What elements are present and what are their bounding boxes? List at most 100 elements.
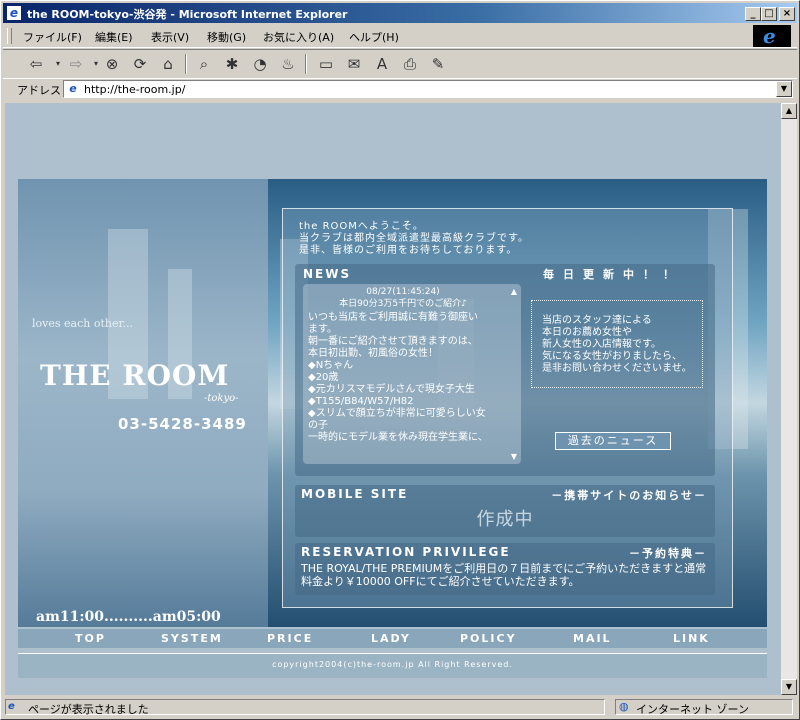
history-icon[interactable]: ◔ (249, 54, 271, 74)
welcome-line: 当クラブは都内全域派遣型最高級クラブです。 (299, 233, 529, 244)
news-line: 朝一番にご紹介させて頂きますのは、 (308, 336, 478, 347)
nav-top[interactable]: TOP (75, 632, 106, 645)
staff-line: 気になる女性がおりましたら、 (542, 351, 682, 362)
reservation-title: RESERVATION PRIVILEGE (301, 545, 511, 559)
phone-number: 03-5428-3489 (118, 415, 247, 433)
address-input[interactable]: e http://the-room.jp/ ▼ (63, 80, 793, 98)
status-bar: e ページが表示されました ◍ インターネット ゾーン (3, 697, 797, 717)
staff-line: 是非お問い合わせくださいませ。 (542, 363, 692, 374)
minimize-button[interactable]: _ (745, 7, 761, 21)
stop-icon[interactable]: ⊗ (101, 54, 123, 74)
nav-link[interactable]: LINK (673, 632, 710, 645)
ie-throbber-logo: e (753, 25, 791, 47)
reservation-section: RESERVATION PRIVILEGE －予約特典－ THE ROYAL/T… (295, 543, 715, 595)
welcome-text: the ROOMへようこそ。 当クラブは都内全域派遣型最高級クラブです。 是非、… (299, 221, 529, 257)
refresh-icon[interactable]: ⟳ (129, 54, 151, 74)
news-line: ◆20歳 (308, 372, 339, 383)
globe-icon: ◍ (619, 700, 629, 713)
fullscreen-icon[interactable]: ▭ (315, 54, 337, 74)
staff-info-box: 当店のスタッフ達による 本日のお薦め女性や 新人女性の入店情報です。 気になる女… (531, 300, 703, 388)
toolbar: ⇦ ▾ ⇨ ▾ ⊗ ⟳ ⌂ ⌕ ✱ ◔ ♨ ▭ ✉ A ⎙ ✎ (3, 49, 797, 79)
staff-line: 本日のお薦め女性や (542, 327, 632, 338)
forward-icon[interactable]: ⇨ (65, 54, 87, 74)
welcome-line: the ROOMへようこそ。 (299, 221, 424, 232)
scroll-down-arrow-icon[interactable]: ▼ (781, 679, 797, 695)
scroll-up-arrow-icon[interactable]: ▲ (781, 103, 797, 119)
menu-grip (7, 28, 12, 44)
home-icon[interactable]: ⌂ (157, 54, 179, 74)
status-text: ページが表示されました (28, 703, 149, 716)
address-url[interactable]: http://the-room.jp/ (84, 83, 185, 96)
ie-app-icon: e (6, 5, 22, 21)
business-hours: am11:00..........am05:00 (36, 609, 221, 625)
reservation-text: THE ROYAL/THE PREMIUMをご利用日の７日前までにご予約いただき… (301, 562, 707, 588)
toolbar-separator (305, 54, 307, 74)
title-bar: e the ROOM-tokyo-渋谷発 - Microsoft Interne… (3, 3, 797, 23)
window-title: the ROOM-tokyo-渋谷発 - Microsoft Internet … (27, 8, 348, 21)
zone-text: インターネット ゾーン (636, 703, 749, 716)
news-line: ◆元カリスマモデルさんで現女子大生 (308, 384, 475, 395)
news-line: の子 (308, 420, 328, 431)
print-icon[interactable]: ⎙ (399, 54, 421, 74)
font-size-icon[interactable]: A (371, 54, 393, 74)
site-container: loves each other... THE ROOM -tokyo- 03-… (18, 179, 767, 678)
news-line: 本日初出勤、初風俗の女性！ (308, 348, 438, 359)
news-line: いつも当店をご利用誠に有難う御座い (308, 312, 478, 323)
news-line: ◆T155/B84/W57/H82 (308, 396, 414, 407)
scroll-down-icon[interactable]: ▼ (509, 452, 519, 461)
menu-edit[interactable]: 編集(E) (95, 29, 133, 45)
nav-price[interactable]: PRICE (267, 632, 313, 645)
tagline: loves each other... (32, 317, 133, 330)
maximize-button[interactable]: □ (761, 7, 777, 21)
news-date: 08/27(11:45:24) (366, 287, 440, 297)
close-button[interactable]: × (779, 7, 795, 21)
scroll-up-icon[interactable]: ▲ (509, 287, 519, 296)
logo-subtitle: -tokyo- (204, 393, 239, 404)
news-body: いつも当店をご利用誠に有難う御座い ます。 朝一番にご紹介させて頂きますのは、 … (308, 312, 504, 444)
nav-lady[interactable]: LADY (371, 632, 411, 645)
welcome-line: 是非、皆様のご利用をお待ちしております。 (299, 245, 518, 256)
mail-icon[interactable]: ✉ (343, 54, 365, 74)
menu-help[interactable]: ヘルプ(H) (349, 29, 399, 45)
nav-policy[interactable]: POLICY (460, 632, 517, 645)
status-main: e ページが表示されました (5, 699, 605, 716)
menu-go[interactable]: 移動(G) (207, 29, 246, 45)
past-news-button[interactable]: 過去のニュース (555, 432, 671, 450)
nav-system[interactable]: SYSTEM (161, 632, 223, 645)
back-icon[interactable]: ⇦ (25, 54, 47, 74)
menu-favorites[interactable]: お気に入り(A) (263, 29, 334, 45)
news-line: ◆スリムで顔立ちが非常に可愛らしい女 (308, 408, 486, 419)
security-zone: ◍ インターネット ゾーン (615, 699, 793, 716)
favorites-icon[interactable]: ✱ (221, 54, 243, 74)
vertical-scrollbar[interactable]: ▲ ▼ (781, 103, 797, 695)
news-scroll-area[interactable]: 08/27(11:45:24) 本日90分3万5千円でのご紹介♪ いつも当店をご… (303, 284, 521, 464)
news-header: 08/27(11:45:24) 本日90分3万5千円でのご紹介♪ (303, 286, 503, 310)
news-line: ◆Nちゃん (308, 360, 354, 371)
nav-mail[interactable]: MAIL (573, 632, 612, 645)
menu-bar: ファイル(F) 編集(E) 表示(V) 移動(G) お気に入り(A) ヘルプ(H… (3, 25, 797, 48)
site-logo: THE ROOM (40, 359, 230, 392)
news-title: NEWS (303, 267, 352, 281)
edit-icon[interactable]: ✎ (427, 54, 449, 74)
address-dropdown-icon[interactable]: ▼ (776, 81, 792, 97)
search-icon[interactable]: ⌕ (193, 54, 215, 74)
news-line: ます。 (308, 324, 337, 335)
menu-file[interactable]: ファイル(F) (23, 29, 82, 45)
content-panel: the ROOMへようこそ。 当クラブは都内全域派遣型最高級クラブです。 是非、… (282, 208, 733, 608)
news-section: NEWS 毎日更新中！！ 08/27(11:45:24) 本日90分3万5千円で… (295, 264, 715, 476)
mobile-site-section: MOBILE SITE －携帯サイトのお知らせ－ 作成中 (295, 485, 715, 537)
page-done-icon: e (8, 701, 15, 712)
site-footer: copyright2004(c)the-room.jp All Right Re… (18, 653, 767, 678)
site-nav: TOP SYSTEM PRICE LADY POLICY MAIL LINK (18, 629, 767, 648)
hero-banner: loves each other... THE ROOM -tokyo- 03-… (18, 179, 767, 627)
channels-icon[interactable]: ♨ (277, 54, 299, 74)
mobile-site-status: 作成中 (476, 509, 534, 530)
mobile-site-title: MOBILE SITE (301, 487, 409, 501)
ie-logo-icon: e (763, 24, 776, 48)
address-bar: アドレス e http://the-room.jp/ ▼ (3, 78, 797, 100)
news-update-status: 毎日更新中！！ (543, 268, 683, 281)
menu-view[interactable]: 表示(V) (151, 29, 189, 45)
toolbar-separator (185, 54, 187, 74)
staff-line: 当店のスタッフ達による (542, 315, 652, 326)
page-icon: e (69, 82, 77, 95)
